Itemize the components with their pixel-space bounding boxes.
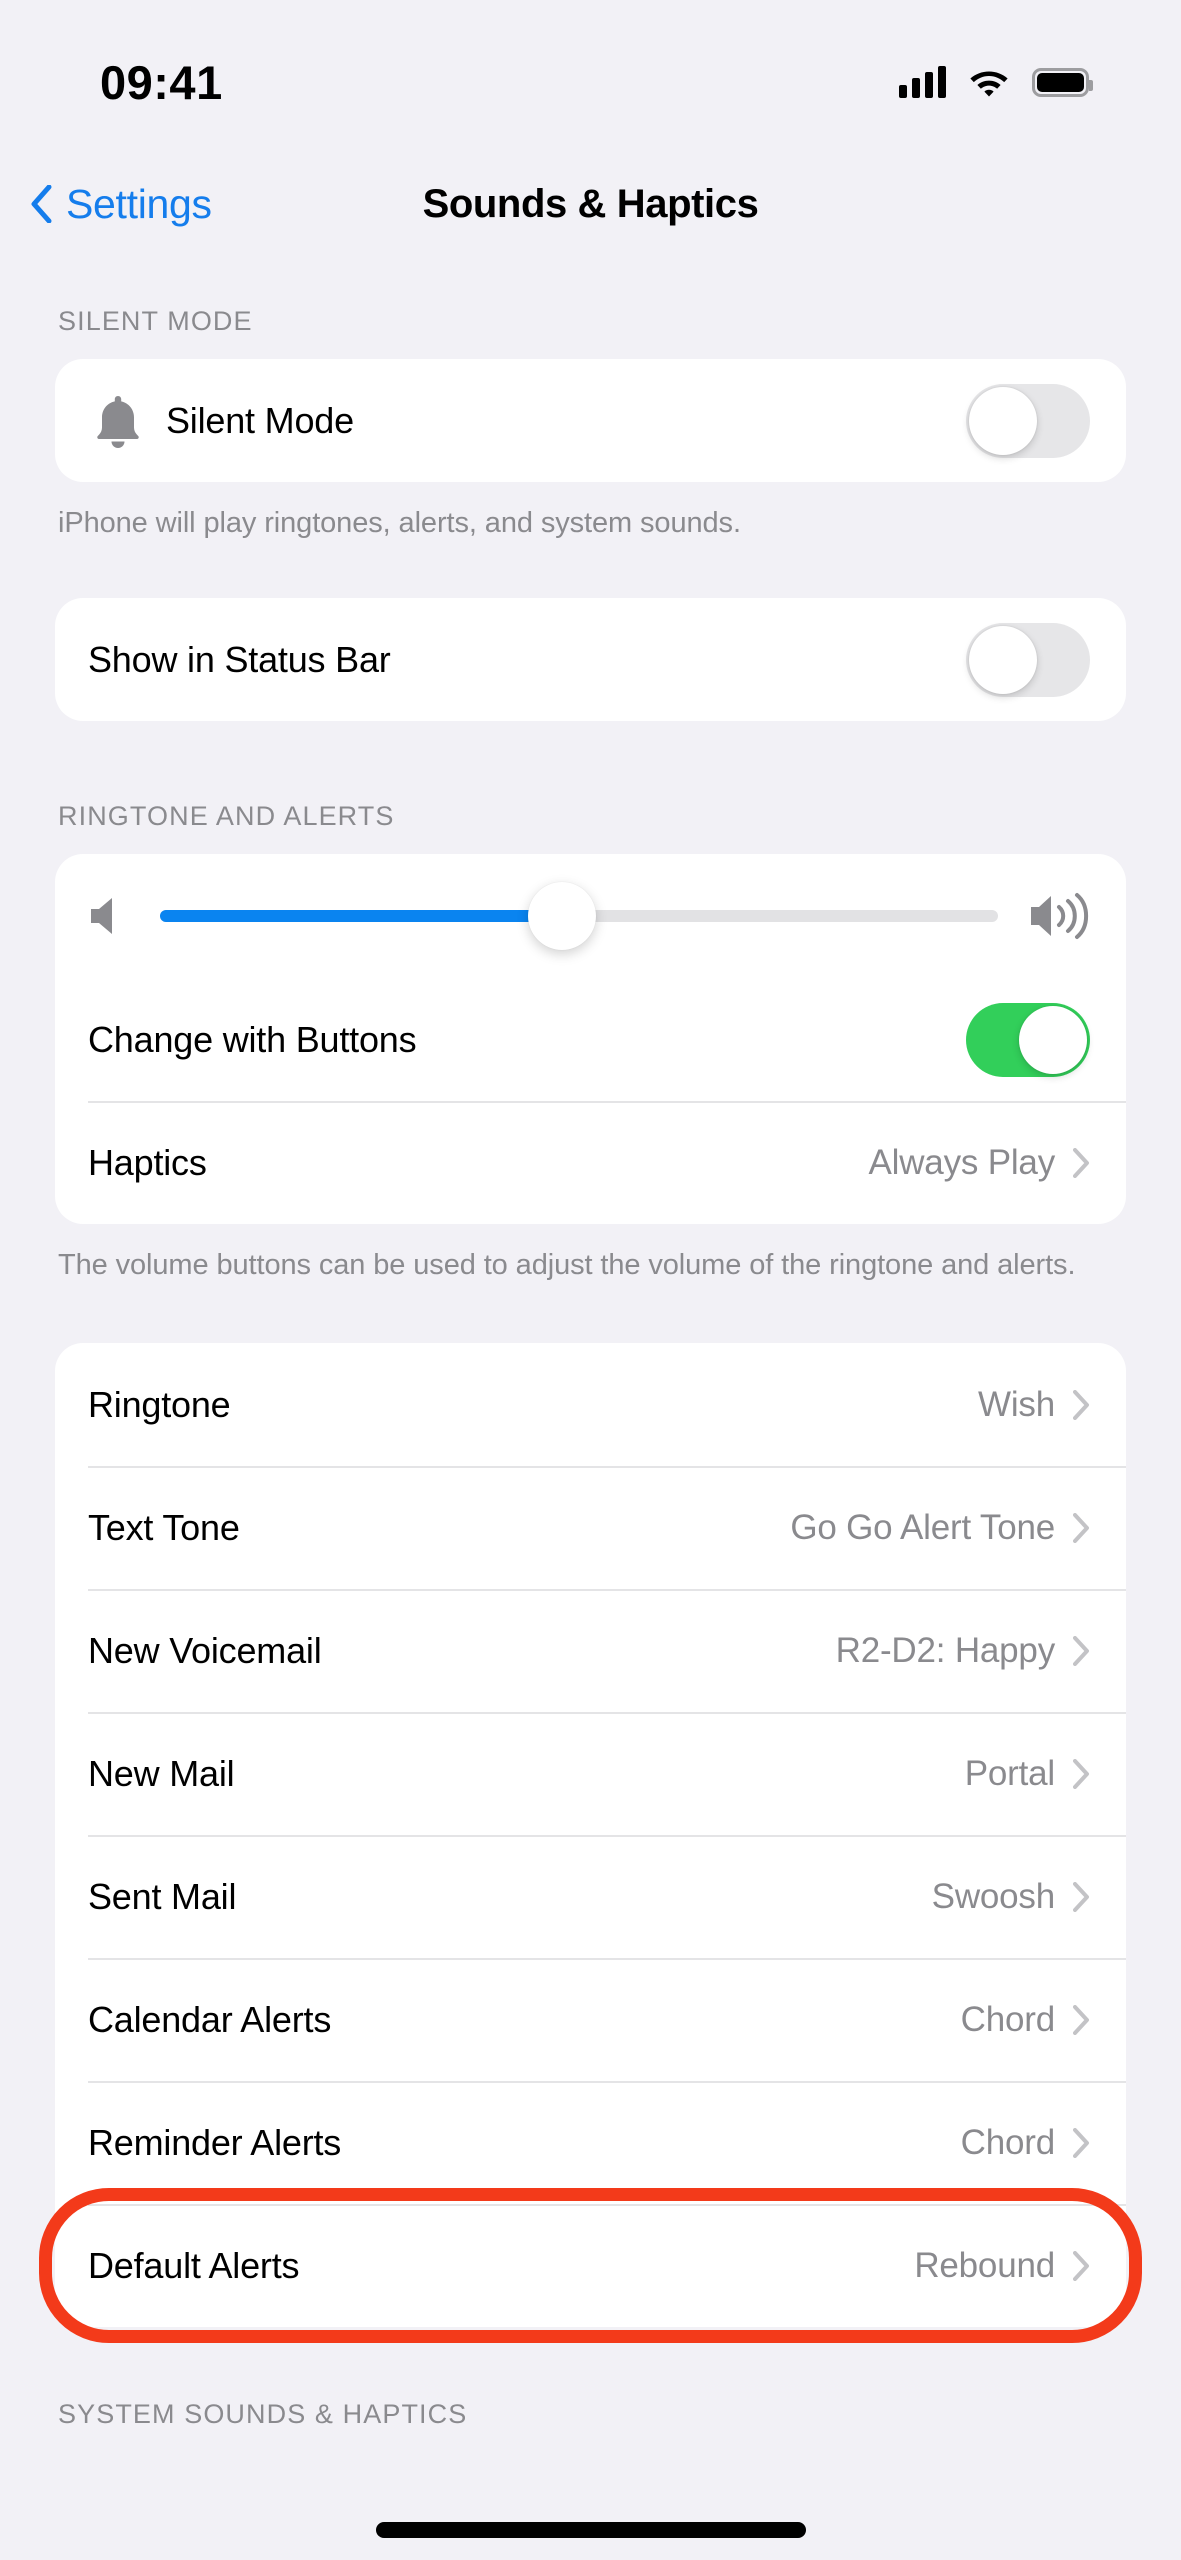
bell-icon (88, 392, 148, 450)
row-tone[interactable]: Default Alerts Rebound (55, 2204, 1126, 2327)
row-label-haptics: Haptics (88, 1141, 207, 1183)
toggle-show-in-status-bar[interactable] (966, 622, 1090, 697)
back-button-settings[interactable]: Settings (30, 181, 212, 228)
settings-content: SILENT MODE Silent Mode iPhone will play… (0, 258, 1181, 2560)
chevron-right-icon (1073, 1147, 1090, 1178)
card-silent-mode: Silent Mode (55, 359, 1126, 482)
row-label-tone: Calendar Alerts (88, 1998, 332, 2040)
wifi-icon (968, 66, 1010, 98)
row-value-tone: Chord (960, 2122, 1056, 2162)
section-header-silent-mode: SILENT MODE (58, 306, 253, 336)
row-value-tone: Rebound (914, 2245, 1055, 2285)
row-control-show-in-status-bar (966, 622, 1090, 697)
status-bar-time: 09:41 (100, 55, 223, 109)
home-indicator (375, 2522, 806, 2538)
row-value-tone: Wish (978, 1384, 1055, 1424)
row-control-tone: R2-D2: Happy (836, 1631, 1090, 1671)
chevron-right-icon (1073, 2004, 1090, 2035)
row-control-change-with-buttons (966, 1002, 1090, 1077)
row-tone[interactable]: New Voicemail R2-D2: Happy (55, 1589, 1126, 1712)
status-bar-icons (899, 66, 1093, 98)
row-control-tone: Rebound (914, 2246, 1090, 2286)
section-header-system-sounds: SYSTEM SOUNDS & HAPTICS (58, 2399, 468, 2430)
chevron-right-icon (1073, 1881, 1090, 1912)
status-bar: 09:41 (0, 0, 1181, 150)
toggle-change-with-buttons[interactable] (966, 1002, 1090, 1077)
volume-slider-thumb[interactable] (528, 882, 597, 951)
row-tone[interactable]: Ringtone Wish (55, 1343, 1126, 1466)
chevron-left-icon (30, 184, 52, 224)
row-label-tone: Sent Mail (88, 1875, 237, 1917)
row-tone[interactable]: Calendar Alerts Chord (55, 1958, 1126, 2081)
row-control-tone: Chord (961, 2000, 1090, 2040)
section-footer-ringtone-alerts: The volume buttons can be used to adjust… (58, 1249, 1076, 1282)
row-show-in-status-bar[interactable]: Show in Status Bar (55, 598, 1126, 721)
card-show-in-status-bar: Show in Status Bar (55, 598, 1126, 722)
row-tone[interactable]: Text Tone Go Go Alert Tone (55, 1466, 1126, 1589)
row-value-tone: Portal (964, 1753, 1055, 1793)
volume-slider-track[interactable] (160, 882, 998, 951)
battery-full-icon (1032, 67, 1093, 97)
row-control-silent-mode (966, 383, 1090, 458)
chevron-right-icon (1073, 2250, 1090, 2281)
row-value-haptics: Always Play (868, 1142, 1056, 1182)
row-haptics[interactable]: Haptics Always Play (55, 1101, 1126, 1224)
chevron-right-icon (1073, 1512, 1090, 1543)
row-volume-slider (55, 854, 1126, 978)
row-label-tone: New Mail (88, 1752, 235, 1794)
chevron-right-icon (1073, 1389, 1090, 1420)
chevron-right-icon (1073, 1758, 1090, 1789)
row-label-tone: New Voicemail (88, 1629, 322, 1671)
row-value-tone: Chord (960, 1999, 1056, 2039)
toggle-silent-mode[interactable] (966, 383, 1090, 458)
chevron-right-icon (1073, 1635, 1090, 1666)
navigation-bar: Settings Sounds & Haptics (0, 150, 1181, 258)
speaker-high-icon (1028, 892, 1090, 940)
row-tone[interactable]: Sent Mail Swoosh (55, 1835, 1126, 1958)
row-label-tone: Reminder Alerts (88, 2121, 342, 2163)
speaker-low-icon (88, 894, 130, 938)
row-label-change-with-buttons: Change with Buttons (88, 1018, 417, 1060)
back-button-label: Settings (66, 180, 212, 227)
section-footer-silent-mode: iPhone will play ringtones, alerts, and … (58, 507, 741, 539)
row-label-tone: Default Alerts (88, 2244, 300, 2286)
row-change-with-buttons[interactable]: Change with Buttons (55, 978, 1126, 1101)
card-ringtone-alerts: Change with Buttons Haptics Always Play (55, 854, 1126, 1225)
row-control-tone: Chord (961, 2123, 1090, 2163)
section-header-ringtone-alerts: RINGTONE AND ALERTS (58, 801, 395, 832)
row-control-tone: Swoosh (932, 1877, 1090, 1917)
volume-slider-fill (160, 910, 563, 923)
row-label-tone: Ringtone (88, 1383, 231, 1425)
row-silent-mode[interactable]: Silent Mode (55, 359, 1126, 482)
card-tones: Ringtone Wish Text Tone Go Go Alert Tone New… (55, 1343, 1126, 2328)
row-control-tone: Go Go Alert Tone (790, 1508, 1090, 1548)
row-value-tone: R2-D2: Happy (835, 1630, 1056, 1670)
row-tone[interactable]: New Mail Portal (55, 1712, 1126, 1835)
row-label-silent-mode: Silent Mode (166, 399, 354, 441)
row-label-show-in-status-bar: Show in Status Bar (88, 638, 391, 680)
chevron-right-icon (1073, 2127, 1090, 2158)
row-tone[interactable]: Reminder Alerts Chord (55, 2081, 1126, 2204)
row-value-tone: Go Go Alert Tone (790, 1507, 1055, 1547)
row-control-tone: Wish (978, 1385, 1090, 1425)
row-control-tone: Portal (965, 1754, 1090, 1794)
row-control-haptics: Always Play (869, 1143, 1090, 1183)
row-value-tone: Swoosh (931, 1876, 1056, 1916)
iphone-screen: 09:41 Settings Sounds & Haptics SILENT M… (0, 0, 1181, 2560)
row-label-tone: Text Tone (88, 1506, 240, 1548)
cellular-signal-icon (899, 66, 946, 98)
